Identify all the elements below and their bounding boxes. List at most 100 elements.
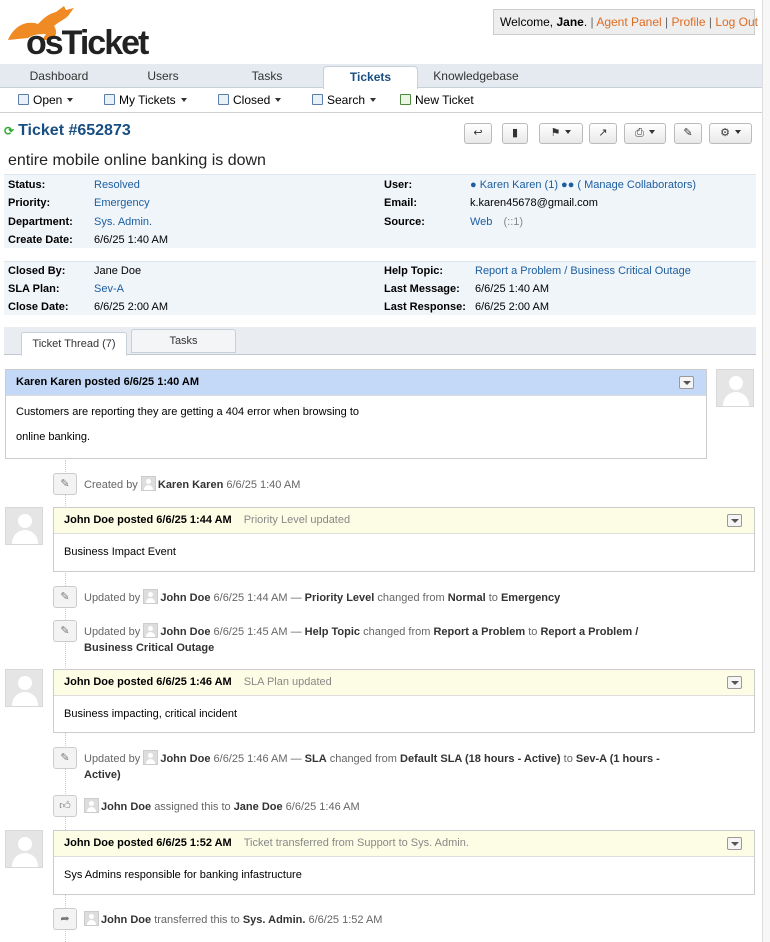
refresh-icon[interactable]: ⟳ bbox=[4, 124, 14, 138]
entry-header: John Doe posted 6/6/25 1:44 AM Priority L… bbox=[54, 508, 754, 534]
entry-note: SLA Plan updated bbox=[243, 676, 332, 688]
tickets-icon bbox=[104, 94, 115, 105]
collaborators-icon: ●● bbox=[561, 179, 575, 191]
pdf-button[interactable]: ▮ bbox=[502, 123, 528, 144]
search-menu[interactable]: Search bbox=[312, 93, 377, 107]
tab-users[interactable]: Users bbox=[118, 66, 208, 88]
reply-icon: ↩ bbox=[473, 127, 483, 139]
event-prefix: Updated by bbox=[84, 592, 141, 604]
priority-label: Priority: bbox=[8, 197, 51, 209]
pencil-icon: ✎ bbox=[53, 473, 77, 495]
user-label: User: bbox=[384, 179, 413, 191]
user-value[interactable]: ● Karen Karen (1) bbox=[470, 179, 558, 191]
welcome-user: Jane bbox=[556, 15, 584, 29]
entry-author-date: John Doe posted 6/6/25 1:46 AM bbox=[64, 676, 232, 688]
osticket-logo[interactable]: osTicket bbox=[4, 4, 164, 62]
status-label: Status: bbox=[8, 179, 46, 191]
tab-dashboard[interactable]: Dashboard bbox=[0, 66, 118, 88]
share-button[interactable]: ↗ bbox=[589, 123, 617, 144]
open-label: Open bbox=[33, 93, 63, 107]
avatar bbox=[716, 369, 754, 407]
last-message-value: 6/6/25 1:40 AM bbox=[475, 283, 549, 295]
sla-value[interactable]: Sev-A bbox=[94, 283, 124, 295]
entry-options-dropdown[interactable] bbox=[679, 376, 694, 389]
email-label: Email: bbox=[384, 197, 418, 209]
share-icon: ↗ bbox=[598, 127, 608, 139]
ticket-title[interactable]: ⟳ Ticket #652873 bbox=[4, 122, 131, 140]
create-date-value: 6/6/25 1:40 AM bbox=[94, 234, 168, 246]
close-date-value: 6/6/25 2:00 AM bbox=[94, 301, 168, 313]
event-user: Karen Karen bbox=[157, 479, 224, 491]
entry-body: Customers are reporting they are getting… bbox=[6, 396, 706, 460]
event-to-continued: Active) bbox=[84, 769, 121, 781]
entry-body-line: Customers are reporting they are getting… bbox=[16, 406, 360, 418]
ticket-info-secondary: Closed By: Jane Doe SLA Plan: Sev-A Close … bbox=[4, 261, 756, 315]
chevron-down-icon bbox=[648, 130, 655, 134]
pencil-icon: ✎ bbox=[53, 747, 77, 769]
avatar bbox=[5, 830, 43, 868]
entry-header: John Doe posted 6/6/25 1:52 AM Ticket tra… bbox=[54, 831, 754, 857]
event-from: Normal bbox=[447, 592, 486, 604]
thread-entry-response: John Doe posted 6/6/25 1:46 AM SLA Plan u… bbox=[53, 669, 755, 733]
event-text: to bbox=[528, 626, 538, 638]
event-time: 6/6/25 1:40 AM bbox=[226, 479, 301, 491]
event-prefix: Updated by bbox=[84, 626, 141, 638]
header: osTicket Welcome, Jane. | Agent Panel | … bbox=[0, 0, 770, 64]
tab-ticket-thread[interactable]: Ticket Thread (7) bbox=[21, 332, 127, 356]
profile-link[interactable]: Profile bbox=[672, 15, 706, 29]
new-ticket-link[interactable]: New Ticket bbox=[400, 93, 474, 107]
avatar bbox=[5, 507, 43, 545]
event-field: Priority Level bbox=[304, 592, 375, 604]
entry-note: Ticket transferred from Support to Sys. … bbox=[243, 837, 469, 849]
event-text: to bbox=[563, 753, 573, 765]
entry-options-dropdown[interactable] bbox=[727, 837, 742, 850]
event-prefix: Created by bbox=[84, 479, 138, 491]
agent-panel-link[interactable]: Agent Panel bbox=[596, 15, 661, 29]
event-text: changed from bbox=[363, 626, 431, 638]
chevron-down-icon bbox=[565, 130, 572, 134]
create-date-label: Create Date: bbox=[8, 234, 73, 246]
my-tickets-label: My Tickets bbox=[119, 93, 176, 107]
chevron-down-icon bbox=[180, 98, 187, 102]
entry-options-dropdown[interactable] bbox=[727, 676, 742, 689]
settings-menu-button[interactable]: ⚙ bbox=[709, 123, 752, 144]
tab-tasks[interactable]: Tasks bbox=[222, 66, 312, 88]
status-value: Resolved bbox=[94, 179, 140, 191]
open-tickets-menu[interactable]: Open bbox=[18, 93, 74, 107]
closed-by-value: Jane Doe bbox=[94, 265, 142, 277]
print-menu-button[interactable]: ⎙ bbox=[624, 123, 666, 144]
event-text: to bbox=[488, 592, 498, 604]
ticket-subject: entire mobile online banking is down bbox=[8, 152, 266, 169]
entry-options-dropdown[interactable] bbox=[727, 514, 742, 527]
entry-author-date: John Doe posted 6/6/25 1:44 AM bbox=[64, 514, 232, 526]
pencil-icon: ✎ bbox=[53, 586, 77, 608]
logout-link[interactable]: Log Out bbox=[715, 15, 758, 29]
event-to-continued: Business Critical Outage bbox=[84, 642, 215, 654]
email-value: k.karen45678@gmail.com bbox=[470, 197, 598, 209]
help-topic-value[interactable]: Report a Problem / Business Critical Out… bbox=[475, 265, 691, 277]
tab-tasks-ticket[interactable]: Tasks bbox=[131, 329, 236, 353]
ticket-number: Ticket #652873 bbox=[18, 122, 131, 139]
flag-menu-button[interactable]: ⚑ bbox=[539, 123, 583, 144]
manage-collaborators-link[interactable]: ( Manage Collaborators) bbox=[577, 179, 696, 191]
tickets-icon bbox=[218, 94, 229, 105]
event-time: 6/6/25 1:52 AM bbox=[308, 914, 383, 926]
page-scrollbar[interactable] bbox=[762, 0, 770, 942]
ticket-tabs: Ticket Thread (7) Tasks bbox=[4, 327, 756, 356]
edit-button[interactable]: ✎ bbox=[674, 123, 702, 144]
tab-tickets[interactable]: Tickets bbox=[323, 66, 418, 90]
entry-body: Business impacting, critical incident bbox=[64, 708, 238, 720]
closed-by-label: Closed By: bbox=[8, 265, 66, 277]
search-icon bbox=[312, 94, 323, 105]
my-tickets-menu[interactable]: My Tickets bbox=[104, 93, 187, 107]
avatar-mini bbox=[143, 750, 159, 765]
last-message-label: Last Message: bbox=[384, 283, 460, 295]
reply-button[interactable]: ↩ bbox=[464, 123, 492, 144]
tab-knowledgebase[interactable]: Knowledgebase bbox=[420, 66, 532, 88]
event-text: changed from bbox=[377, 592, 445, 604]
closed-label: Closed bbox=[233, 93, 271, 107]
source-value[interactable]: Web bbox=[470, 216, 492, 228]
source-ip: (::1) bbox=[503, 216, 524, 228]
department-value[interactable]: Sys. Admin. bbox=[94, 216, 152, 228]
closed-tickets-menu[interactable]: Closed bbox=[218, 93, 282, 107]
